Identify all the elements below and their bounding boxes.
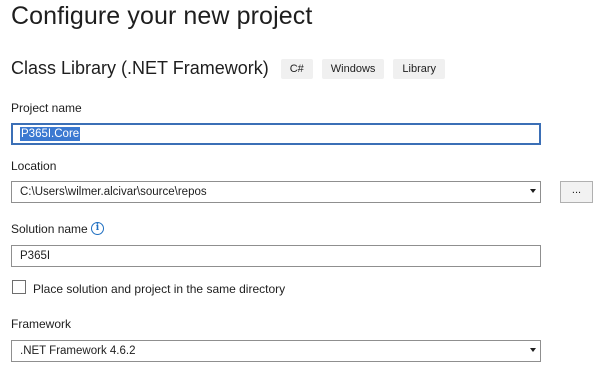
- location-label: Location: [11, 159, 57, 173]
- same-directory-checkbox[interactable]: [12, 280, 26, 294]
- tag-platform: Windows: [321, 58, 385, 79]
- project-name-label: Project name: [11, 101, 82, 115]
- project-type-row: Class Library (.NET Framework) C# Window…: [11, 58, 454, 79]
- solution-name-value: P365I: [20, 250, 51, 262]
- location-value: C:\Users\wilmer.alcivar\source\repos: [20, 186, 207, 198]
- chevron-down-icon[interactable]: [530, 348, 536, 352]
- tag-language: C#: [280, 58, 313, 79]
- browse-button[interactable]: ...: [560, 181, 593, 203]
- project-type-label: Class Library (.NET Framework): [11, 58, 269, 78]
- framework-combobox[interactable]: .NET Framework 4.6.2: [11, 340, 541, 362]
- page-title: Configure your new project: [11, 2, 313, 30]
- location-combobox[interactable]: C:\Users\wilmer.alcivar\source\repos: [11, 181, 541, 203]
- same-directory-label[interactable]: Place solution and project in the same d…: [33, 282, 285, 296]
- info-icon[interactable]: i: [91, 222, 104, 235]
- chevron-down-icon[interactable]: [530, 189, 536, 193]
- project-name-input[interactable]: P365I.Core: [11, 123, 541, 145]
- project-name-value: P365I.Core: [20, 127, 81, 141]
- solution-name-label: Solution name: [11, 222, 88, 236]
- tag-project-kind: Library: [393, 58, 446, 79]
- solution-name-input[interactable]: P365I: [11, 245, 541, 267]
- framework-value: .NET Framework 4.6.2: [20, 345, 136, 357]
- framework-label: Framework: [11, 317, 72, 331]
